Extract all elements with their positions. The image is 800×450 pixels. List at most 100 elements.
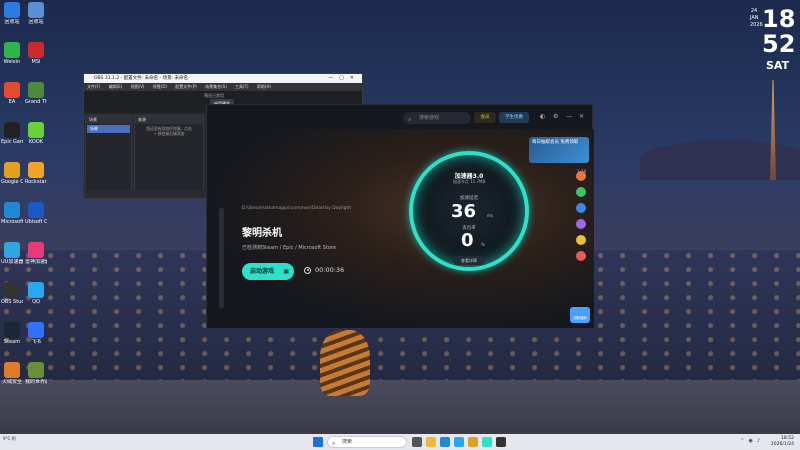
desktop-icon[interactable]: Ubisoft Connect	[25, 202, 47, 225]
desktop-icon[interactable]: Rockstar Games	[25, 162, 47, 185]
booster-timer-value: 00:00:36	[315, 266, 345, 274]
obs-menu-profile[interactable]: 配置文件(P)	[175, 84, 197, 89]
obs-menubar[interactable]: 文件(F) 编辑(E) 视图(V) 停靠(D) 配置文件(P) 场景集合(S) …	[84, 83, 362, 91]
obs-menu-scenes[interactable]: 场景集合(S)	[205, 84, 227, 89]
app-icon	[4, 202, 20, 218]
desktop-icon-label: 我的世界启动器	[25, 379, 47, 385]
obs-menu-tools[interactable]: 工具(T)	[235, 84, 249, 89]
obs-taskbar-icon[interactable]	[496, 437, 506, 447]
windows-start-icon[interactable]	[313, 437, 323, 447]
booster-detail-button[interactable]: 查看详情	[453, 256, 485, 265]
tool-icon-3[interactable]	[576, 203, 586, 213]
wallpaper-cat	[320, 330, 370, 396]
app-icon	[4, 162, 20, 178]
app-icon	[28, 162, 44, 178]
booster-student-button[interactable]: 学生优惠	[499, 112, 529, 123]
desktop-icon[interactable]: OBS Studio	[1, 282, 23, 305]
booster-left-scroll[interactable]	[219, 208, 224, 308]
taskbar-weather[interactable]: 9°C 阴	[3, 436, 16, 441]
desktop-icon[interactable]: 雷神加速器	[25, 242, 47, 265]
app-icon	[4, 82, 20, 98]
obs-title: OBS 31.1.2 - 配置文件: 未命名 - 场景: 未命名	[94, 76, 189, 81]
taskbar-search-input[interactable]: ⌕ 搜索	[327, 436, 407, 448]
desktop-icon[interactable]: 回收站	[1, 2, 23, 25]
booster-start-game-button[interactable]: 启动游戏 ▣	[242, 263, 294, 280]
desktop-icon[interactable]: KOOK	[25, 122, 47, 145]
close-icon[interactable]: ✕	[579, 113, 584, 120]
tool-icon-2[interactable]	[576, 187, 586, 197]
app-icon	[28, 202, 44, 218]
desktop-icon[interactable]: 飞书	[25, 322, 47, 345]
booster-start-label: 启动游戏	[250, 268, 275, 275]
desktop-icon-label: Epic Games Launcher	[1, 139, 23, 145]
task-view-icon[interactable]	[412, 437, 422, 447]
wallpaper-hill	[640, 140, 800, 180]
clock-minute: 52	[762, 30, 796, 58]
booster-timer: 00:00:36	[304, 266, 344, 274]
booster-vip-button[interactable]: 会员	[474, 112, 496, 123]
desktop-icon[interactable]: MSI	[25, 42, 47, 65]
taskbar: 9°C 阴 ⌕ 搜索 ⌃◉♪ 18:52 2026/1/24	[0, 434, 800, 450]
desktop-icon-label: 雷神加速器	[25, 259, 47, 265]
booster-gift-button[interactable]: 领取福利	[570, 307, 590, 323]
app-icon	[28, 362, 44, 378]
skin-icon[interactable]: ◐	[540, 113, 545, 120]
desktop-icon[interactable]: 回收站	[25, 2, 47, 25]
obs-window-controls[interactable]: —▢✕	[328, 74, 360, 83]
app-icon	[4, 2, 20, 18]
desktop-icon[interactable]: Steam	[1, 322, 23, 345]
booster-window[interactable]: ⌕ 搜索游戏 会员 学生优惠 ◐ ⚙ — ✕ 每日抽取会员 免费领取 1.34 …	[206, 104, 594, 328]
booster-latency-value: 36	[451, 201, 477, 222]
edge-icon[interactable]	[440, 437, 450, 447]
taskbar-clock[interactable]: 18:52 2026/1/24	[771, 436, 794, 448]
obs-menu-edit[interactable]: 编辑(E)	[109, 84, 123, 89]
obs-menu-file[interactable]: 文件(F)	[87, 84, 100, 89]
chrome-icon[interactable]	[468, 437, 478, 447]
desktop-icon[interactable]: 火绒安全	[1, 362, 23, 385]
minimize-icon[interactable]: —	[566, 113, 572, 120]
settings-icon[interactable]: ⚙	[553, 113, 558, 120]
desktop-icon[interactable]: Google Chrome	[1, 162, 23, 185]
desktop-icon[interactable]: EA	[1, 82, 23, 105]
booster-taskbar-icon[interactable]	[482, 437, 492, 447]
app-icon	[28, 82, 44, 98]
booster-search-input[interactable]: ⌕ 搜索游戏	[403, 112, 471, 124]
obs-menu-view[interactable]: 视图(V)	[131, 84, 145, 89]
file-explorer-icon[interactable]	[426, 437, 436, 447]
desktop-icon[interactable]: Epic Games Launcher	[1, 122, 23, 145]
taskbar-date: 2026/1/24	[770, 442, 794, 447]
obs-menu-dock[interactable]: 停靠(D)	[153, 84, 167, 89]
desktop-icon[interactable]: QQ	[25, 282, 47, 305]
tool-icon-1[interactable]	[576, 171, 586, 181]
app-icon	[4, 322, 20, 338]
booster-latency-unit: ms	[487, 213, 493, 218]
desktop-icon-label: 回收站	[28, 19, 44, 25]
desktop-icon-label: Steam	[3, 339, 21, 345]
booster-promo-banner[interactable]: 每日抽取会员 免费领取	[529, 137, 589, 163]
clock-day: SAT	[766, 59, 790, 72]
desktop-icon-label: Ubisoft Connect	[25, 219, 47, 225]
booster-platform: 已检测到Steam / Epic / Microsoft Store	[242, 245, 336, 251]
stop-icon[interactable]	[304, 266, 311, 274]
tool-icon-5[interactable]	[576, 235, 586, 245]
desktop-icon-label: 回收站	[4, 19, 20, 25]
tool-icon-6[interactable]	[576, 251, 586, 261]
desktop-icon[interactable]: 我的世界启动器	[25, 362, 47, 385]
booster-game-name: 黎明杀机	[242, 228, 282, 239]
app-icon	[4, 242, 20, 258]
system-tray[interactable]: ⌃◉♪	[740, 438, 764, 444]
tool-icon-4[interactable]	[576, 219, 586, 229]
booster-loss-value: 0	[461, 230, 474, 251]
search-icon: ⌕	[332, 440, 336, 447]
desktop-icon[interactable]: Microsoft Edge	[1, 202, 23, 225]
app-icon	[28, 122, 44, 138]
qq-icon[interactable]	[454, 437, 464, 447]
desktop-icon[interactable]: Weixin	[1, 42, 23, 65]
desktop-icon[interactable]: Grand Theft Auto V	[25, 82, 47, 105]
obs-menu-help[interactable]: 帮助(H)	[257, 84, 271, 89]
obs-titlebar[interactable]: OBS 31.1.2 - 配置文件: 未命名 - 场景: 未命名 —▢✕	[84, 74, 362, 83]
desktop-icon-label: Weixin	[3, 59, 21, 65]
desktop-icon-label: UU加速器	[1, 259, 23, 265]
desktop-icon[interactable]: UU加速器	[1, 242, 23, 265]
obs-scene-item[interactable]: 场景	[87, 125, 130, 133]
